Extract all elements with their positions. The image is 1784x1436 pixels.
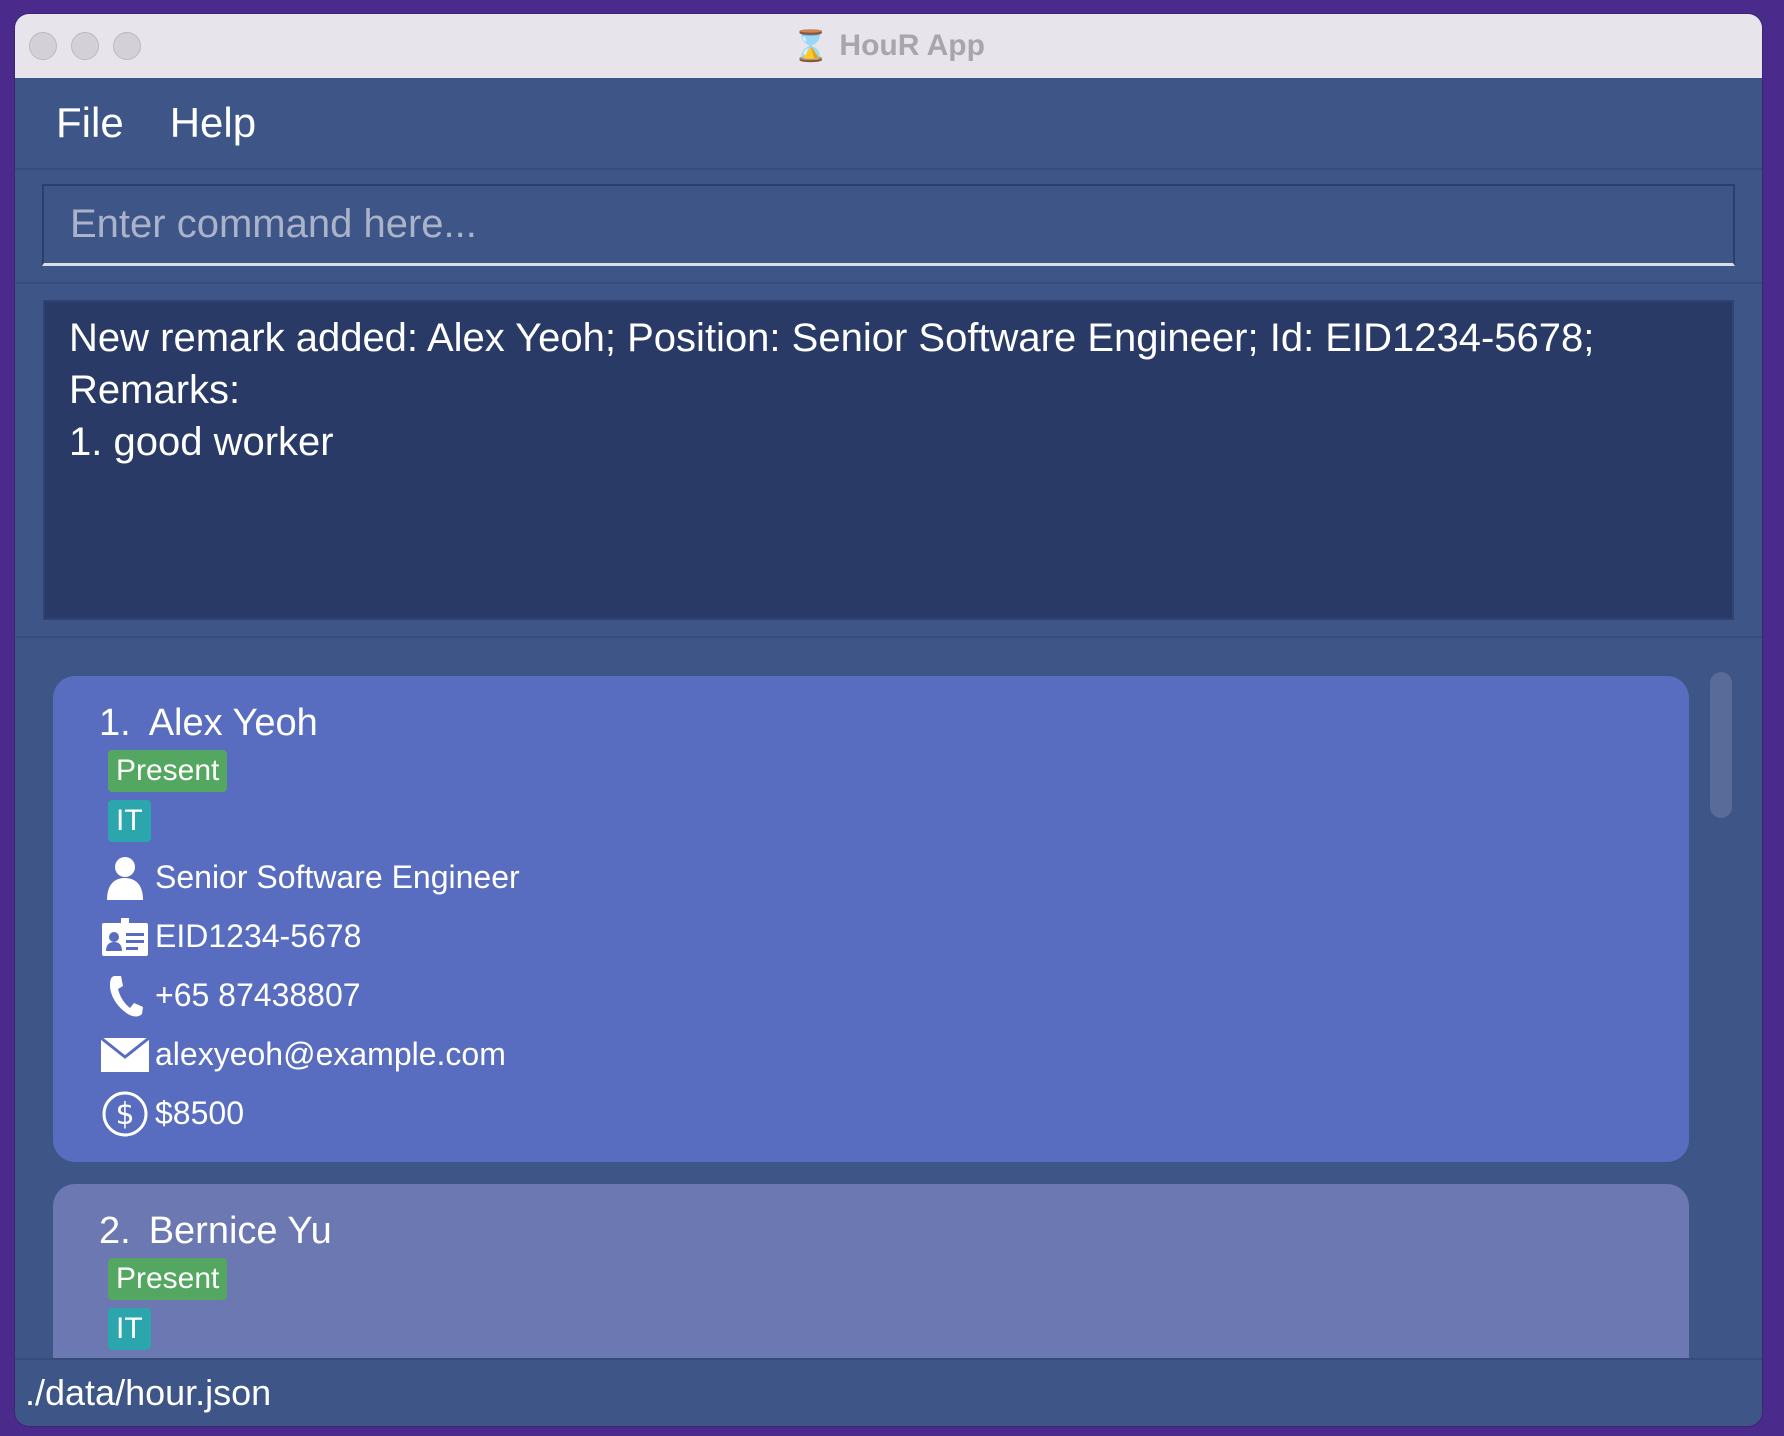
- hourglass-icon: ⌛: [792, 29, 830, 63]
- employee-name: Bernice Yu: [148, 1210, 332, 1252]
- file-menu[interactable]: File: [56, 99, 124, 147]
- position-field: Senior Software Engineer: [99, 848, 1689, 907]
- list-scrollbar[interactable]: [1710, 672, 1732, 818]
- employee-position: Senior Software Engineer: [155, 859, 520, 895]
- dollar-coin-icon: $: [99, 1088, 151, 1140]
- envelope-icon: [99, 1029, 151, 1081]
- result-display-area: New remark added: Alex Yeoh; Position: S…: [15, 284, 1762, 638]
- help-menu[interactable]: Help: [170, 99, 256, 147]
- department-tag: IT: [108, 1308, 151, 1350]
- salary-field: $ $8500: [99, 1084, 1689, 1143]
- employee-list[interactable]: 1. Alex Yeoh Present IT Senior Software E…: [15, 638, 1762, 1358]
- employee-index: 1.: [99, 702, 131, 744]
- window-title: HouR App: [839, 29, 985, 62]
- command-box-area: [15, 170, 1762, 284]
- id-card-icon: [99, 911, 151, 963]
- id-field: EID1234-5678: [99, 907, 1689, 966]
- svg-text:$: $: [115, 1097, 134, 1132]
- window-title-group: ⌛ HouR App: [15, 14, 1762, 78]
- phone-field: +65 87438807: [99, 966, 1689, 1025]
- employee-index: 2.: [99, 1210, 131, 1252]
- employee-card[interactable]: 2. Bernice Yu Present IT: [53, 1184, 1689, 1358]
- title-bar: ⌛ HouR App: [15, 14, 1762, 79]
- employee-id: EID1234-5678: [155, 918, 362, 954]
- employee-name: Alex Yeoh: [148, 702, 318, 744]
- email-field: alexyeoh@example.com: [99, 1025, 1689, 1084]
- department-tag: IT: [108, 800, 151, 842]
- command-input[interactable]: [42, 184, 1735, 266]
- status-tag: Present: [108, 750, 228, 792]
- employee-card[interactable]: 1. Alex Yeoh Present IT Senior Software E…: [53, 676, 1689, 1162]
- status-tag: Present: [108, 1258, 228, 1300]
- person-icon: [99, 852, 151, 904]
- data-file-path: ./data/hour.json: [25, 1372, 272, 1413]
- employee-name-row: 1. Alex Yeoh: [99, 698, 1689, 748]
- app-window: ⌛ HouR App File Help New remark added: A…: [15, 14, 1762, 1426]
- result-display: New remark added: Alex Yeoh; Position: S…: [43, 300, 1734, 620]
- employee-name-row: 2. Bernice Yu: [99, 1206, 1689, 1256]
- phone-icon: [99, 970, 151, 1022]
- employee-email: alexyeoh@example.com: [155, 1036, 506, 1072]
- menu-bar: File Help: [15, 78, 1762, 170]
- status-bar: ./data/hour.json: [15, 1358, 1762, 1426]
- employee-phone: +65 87438807: [155, 977, 361, 1013]
- employee-salary: $8500: [155, 1095, 244, 1131]
